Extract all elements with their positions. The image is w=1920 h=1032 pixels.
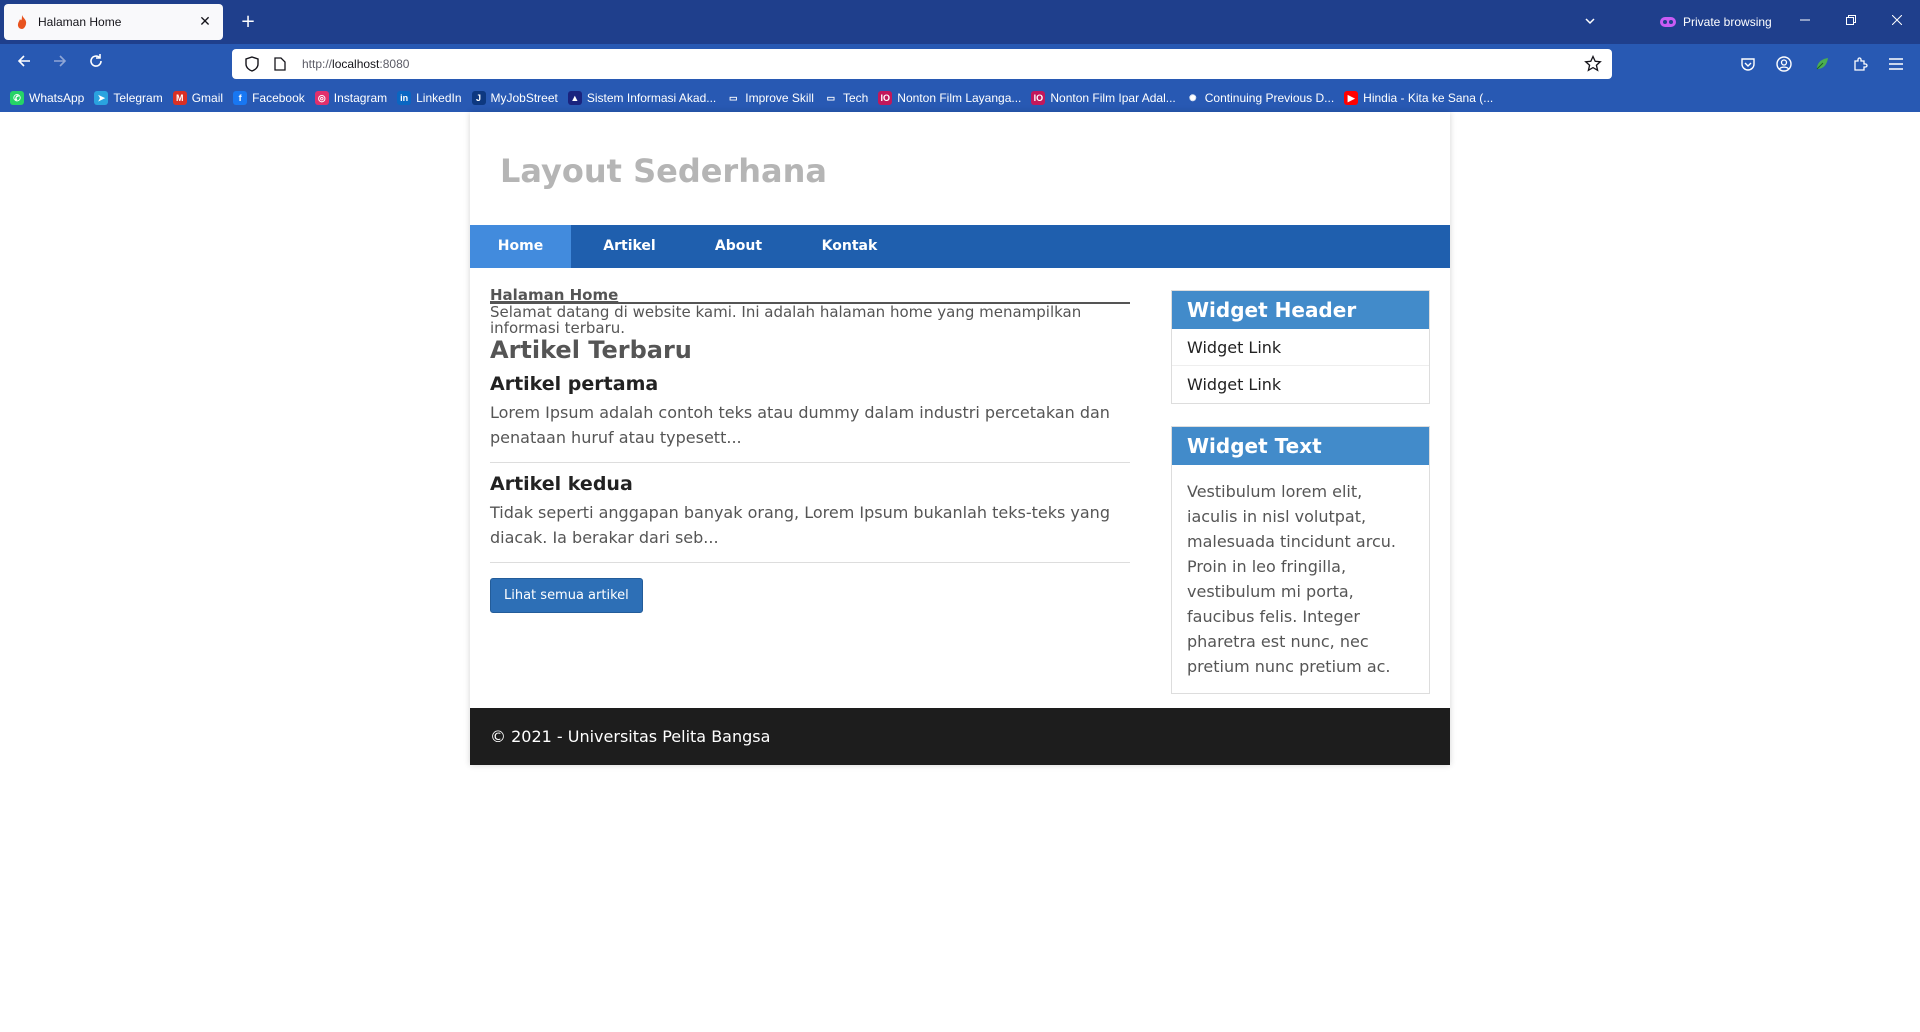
main-content: Halaman Home Selamat datang di website k… <box>490 288 1130 613</box>
bookmark-icon: M <box>172 91 187 105</box>
bookmark-label: Telegram <box>113 91 163 105</box>
extension-leaf-icon[interactable] <box>1812 54 1832 74</box>
menu-hamburger-icon[interactable] <box>1886 54 1906 74</box>
bookmark-icon: IO <box>1031 91 1046 105</box>
bookmark-label: LinkedIn <box>416 91 462 105</box>
site-header: Layout Sederhana <box>470 112 1450 225</box>
reload-icon[interactable] <box>84 52 108 76</box>
bookmarks-toolbar: ✆ WhatsApp ➤ Telegram M Gmail f Facebook ◎ Instag… <box>0 84 1920 112</box>
address-bar[interactable]: http://localhost:8080 <box>232 49 1612 79</box>
bookmark-item[interactable]: J MyJobStreet <box>471 91 558 105</box>
bookmark-icon: ✆ <box>10 91 24 105</box>
bookmark-item[interactable]: ▭ Tech <box>824 91 869 105</box>
nav-artikel[interactable]: Artikel <box>571 225 688 268</box>
bookmark-label: Gmail <box>191 91 224 105</box>
bookmark-item[interactable]: f Facebook <box>233 91 305 105</box>
bookmark-item[interactable]: ▶ Hindia - Kita ke Sana (... <box>1344 91 1493 105</box>
bookmark-label: Tech <box>842 91 869 105</box>
article-excerpt: Tidak seperti anggapan banyak orang, Lor… <box>490 503 1110 547</box>
article-item: Artikel kedua Tidak seperti anggapan ban… <box>490 463 1130 563</box>
bookmark-item[interactable]: ✺ Continuing Previous D... <box>1186 91 1334 105</box>
bookmark-item[interactable]: ▲ Sistem Informasi Akad... <box>567 91 717 105</box>
bookmark-icon: ▲ <box>567 91 582 105</box>
flame-icon <box>14 14 30 30</box>
bookmark-icon: ▭ <box>728 92 738 103</box>
intro-text: Selamat datang di website kami. Ini adal… <box>490 303 1082 337</box>
bookmark-icon: ◎ <box>314 91 329 105</box>
widget-text-body: Vestibulum lorem elit, iaculis in nisl v… <box>1187 482 1396 676</box>
bookmark-item[interactable]: IO Nonton Film Layanga... <box>878 91 1021 105</box>
widget-header-title: Widget Header <box>1172 291 1429 329</box>
bookmark-icon: ▶ <box>1344 91 1359 105</box>
widget-link[interactable]: Widget Link <box>1172 366 1429 403</box>
article-excerpt: Lorem Ipsum adalah contoh teks atau dumm… <box>490 403 1110 447</box>
bookmark-star-icon[interactable] <box>1584 54 1602 73</box>
restore-icon[interactable] <box>1828 8 1874 36</box>
bookmark-icon: ▭ <box>826 92 836 103</box>
site-title: Layout Sederhana <box>500 152 827 190</box>
bookmark-icon: ➤ <box>94 91 109 105</box>
bookmark-label: Nonton Film Ipar Adal... <box>1050 91 1176 105</box>
bookmark-item[interactable]: ✆ WhatsApp <box>10 91 84 105</box>
bookmark-label: Facebook <box>252 91 305 105</box>
sidebar: Widget Header Widget Link Widget Link Wi… <box>1171 290 1430 716</box>
tab-close-icon[interactable]: ✕ <box>197 14 213 30</box>
view-all-articles-button[interactable]: Lihat semua artikel <box>490 578 643 613</box>
minimize-icon[interactable] <box>1782 8 1828 36</box>
article-title[interactable]: Artikel kedua <box>490 473 1130 495</box>
private-mask-icon <box>1660 17 1676 27</box>
nav-about[interactable]: About <box>688 225 789 268</box>
page-viewport: Layout Sederhana Home Artikel About Kont… <box>0 112 1920 1032</box>
browser-tab-bar: Halaman Home ✕ + Private browsing <box>0 0 1920 44</box>
bookmark-label: Improve Skill <box>745 91 814 105</box>
new-tab-button[interactable]: + <box>236 10 260 34</box>
back-arrow-icon[interactable] <box>12 52 36 76</box>
bookmark-icon: IO <box>878 91 893 105</box>
browser-tab-active[interactable]: Halaman Home ✕ <box>4 4 223 40</box>
bookmark-label: Continuing Previous D... <box>1204 91 1335 105</box>
bookmark-icon: J <box>471 91 486 105</box>
nav-home[interactable]: Home <box>470 225 571 268</box>
bookmark-item[interactable]: IO Nonton Film Ipar Adal... <box>1031 91 1176 105</box>
pocket-icon[interactable] <box>1738 54 1758 74</box>
private-browsing-indicator: Private browsing <box>1660 12 1772 32</box>
article-item: Artikel pertama Lorem Ipsum adalah conto… <box>490 363 1130 463</box>
bookmark-label: Nonton Film Layanga... <box>897 91 1022 105</box>
page-icon <box>268 55 292 73</box>
site-footer: © 2021 - Universitas Pelita Bangsa <box>470 708 1450 765</box>
section-title: Artikel Terbaru <box>490 336 692 364</box>
extensions-puzzle-icon[interactable] <box>1850 54 1870 74</box>
widget-text-title: Widget Text <box>1172 427 1429 465</box>
bookmark-label: Instagram <box>333 91 388 105</box>
nav-kontak[interactable]: Kontak <box>789 225 910 268</box>
forward-arrow-icon[interactable] <box>48 52 72 76</box>
bookmark-icon: ✺ <box>1188 92 1197 103</box>
article-title[interactable]: Artikel pertama <box>490 373 1130 395</box>
list-all-tabs-chevron-icon[interactable] <box>1580 12 1600 32</box>
bookmark-item[interactable]: in LinkedIn <box>397 91 462 105</box>
bookmark-icon: in <box>397 91 412 105</box>
site-container: Layout Sederhana Home Artikel About Kont… <box>470 112 1450 765</box>
widget-header-box: Widget Header Widget Link Widget Link <box>1171 290 1430 404</box>
widget-text-box: Widget Text Vestibulum lorem elit, iacul… <box>1171 426 1430 694</box>
bookmark-label: Hindia - Kita ke Sana (... <box>1363 91 1494 105</box>
bookmark-item[interactable]: ◎ Instagram <box>314 91 388 105</box>
bookmark-item[interactable]: M Gmail <box>172 91 224 105</box>
bookmark-item[interactable]: ➤ Telegram <box>94 91 163 105</box>
bookmark-label: MyJobStreet <box>490 91 558 105</box>
page-heading: Halaman Home <box>490 288 1130 304</box>
bookmark-item[interactable]: ▭ Improve Skill <box>726 91 814 105</box>
tab-title: Halaman Home <box>38 15 122 29</box>
main-nav: Home Artikel About Kontak <box>470 225 1450 268</box>
bookmark-icon: f <box>233 91 248 105</box>
account-icon[interactable] <box>1774 54 1794 74</box>
widget-link[interactable]: Widget Link <box>1172 329 1429 366</box>
close-window-icon[interactable] <box>1874 8 1920 36</box>
url-text[interactable]: http://localhost:8080 <box>302 57 409 71</box>
shield-icon[interactable] <box>240 55 264 73</box>
bookmark-label: WhatsApp <box>29 91 85 105</box>
private-browsing-label: Private browsing <box>1683 15 1772 29</box>
bookmark-label: Sistem Informasi Akad... <box>586 91 717 105</box>
